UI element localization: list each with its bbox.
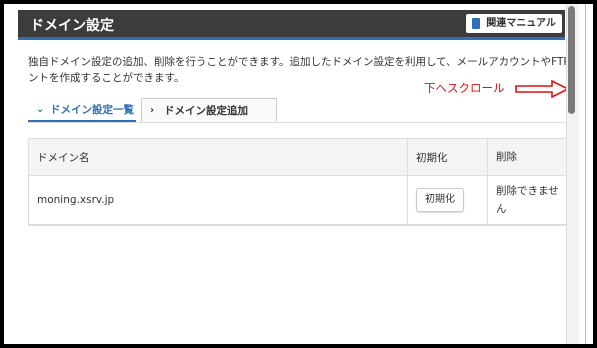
page-header: ドメイン設定 関連マニュアル [18, 10, 565, 40]
book-icon [472, 18, 481, 29]
tab-divider [28, 122, 566, 123]
page-title: ドメイン設定 [30, 18, 114, 34]
tab-domain-list-label: ドメイン設定一覧 [50, 104, 134, 116]
header-init: 初期化 [407, 139, 487, 175]
delete-status-cell: 削除できません [487, 176, 567, 224]
header-domain-name: ドメイン名 [37, 151, 90, 164]
table-header-row: ドメイン名 初期化 削除 [29, 139, 566, 176]
chevron-right-icon: › [150, 105, 155, 116]
domain-table: ドメイン名 初期化 削除 moning.xsrv.jp 初期化 削除できません [28, 138, 566, 226]
description-line-1: 独自ドメイン設定の追加、削除を行うことができます。追加したドメイン設定を利用して… [28, 56, 566, 68]
scrollbar-thumb[interactable] [568, 6, 575, 114]
tab-domain-add-label: ドメイン設定追加 [164, 105, 248, 117]
init-button[interactable]: 初期化 [416, 188, 464, 212]
table-row: moning.xsrv.jp 初期化 削除できません [29, 176, 566, 225]
tab-domain-list[interactable]: ⌄ ドメイン設定一覧 [28, 98, 136, 122]
scroll-annotation: 下へスクロール [424, 81, 505, 95]
domain-name-cell: moning.xsrv.jp [37, 194, 115, 206]
init-cell: 初期化 [407, 176, 487, 224]
right-arrow-icon [515, 80, 570, 98]
related-manual-button[interactable]: 関連マニュアル [466, 14, 562, 33]
related-manual-label: 関連マニュアル [486, 18, 556, 29]
header-delete: 削除 [487, 139, 567, 175]
tab-domain-add[interactable]: › ドメイン設定追加 [141, 98, 277, 122]
window-edge-line [585, 4, 586, 344]
chevron-down-icon: ⌄ [36, 104, 45, 115]
